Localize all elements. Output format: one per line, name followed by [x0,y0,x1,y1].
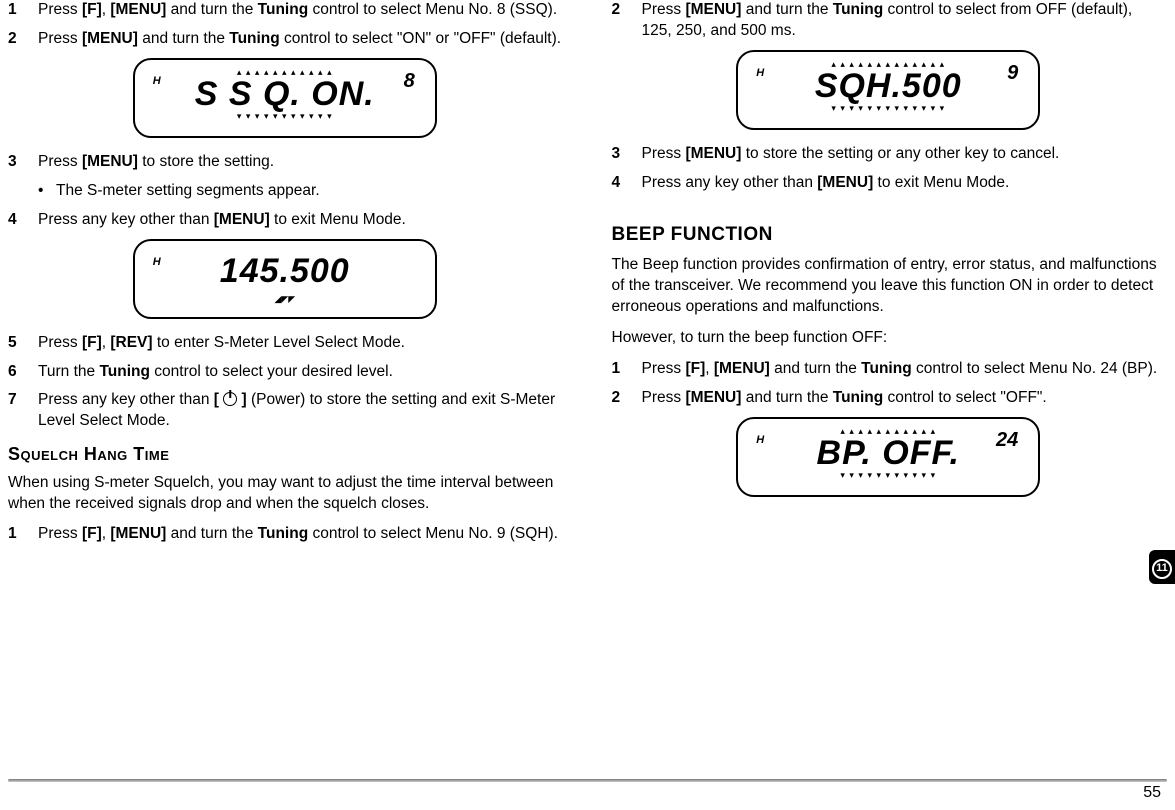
lcd-h-indicator: H [756,66,764,81]
step-number: 2 [612,388,642,409]
lcd-display-bp: H ▴ ▴ ▴ ▴ ▴ ▴ ▴ ▴ ▴ ▴ ▴ BP. OFF. 24 ▾ ▾ … [612,417,1166,497]
step-body: Press any key other than [MENU] to exit … [642,173,1166,194]
step-number: 1 [8,0,38,21]
step-body: Press [MENU] and turn the Tuning control… [38,29,562,50]
lcd-h-indicator: H [756,433,764,448]
lcd-main-text: SQH.500 [815,64,962,110]
footer-rule [8,779,1167,782]
lcd-menu-number: 24 [996,427,1018,454]
step-body: Press [MENU] and turn the Tuning control… [642,0,1166,42]
beep-paragraph-2: However, to turn the beep function OFF: [612,328,1166,349]
step-body: Press [F], [MENU] and turn the Tuning co… [38,524,562,545]
step-number: 2 [612,0,642,42]
page-number: 55 [1143,782,1161,804]
left-step-2: 2 Press [MENU] and turn the Tuning contr… [8,29,562,50]
step-body: Press any key other than [ ] (Power) to … [38,390,562,432]
lcd-display-ssq: H ▴ ▴ ▴ ▴ ▴ ▴ ▴ ▴ ▴ ▴ ▴ S S Q. ON. 8 ▾ ▾… [8,58,562,138]
step-number: 3 [8,152,38,173]
left-step-5: 5 Press [F], [REV] to enter S-Meter Leve… [8,333,562,354]
step-number: 1 [8,524,38,545]
step-number: 6 [8,362,38,383]
step-body: Press [F], [MENU] and turn the Tuning co… [642,359,1166,380]
bullet-icon: • [38,181,56,202]
lcd-main-text: 145.500 [220,249,350,295]
step-number: 2 [8,29,38,50]
left-step-3: 3 Press [MENU] to store the setting. [8,152,562,173]
lcd-main-text: S S Q. ON. [195,72,375,118]
lcd-h-indicator: H [153,74,161,89]
chapter-tab: 11 [1149,550,1175,584]
sht-step-1: 1 Press [F], [MENU] and turn the Tuning … [8,524,562,545]
step-body: Turn the Tuning control to select your d… [38,362,562,383]
lcd-h-indicator: H [153,255,161,270]
heading-beep-function: BEEP FUNCTION [612,222,1166,248]
sht-paragraph: When using S-meter Squelch, you may want… [8,473,562,515]
step-body: Press [F], [MENU] and turn the Tuning co… [38,0,562,21]
chapter-number-icon: 11 [1152,559,1172,579]
lcd-display-freq: H 145.500 ◢◤◤ [8,239,562,319]
right-step-3: 3 Press [MENU] to store the setting or a… [612,144,1166,165]
step-number: 3 [612,144,642,165]
beep-step-1: 1 Press [F], [MENU] and turn the Tuning … [612,359,1166,380]
sub-text: The S-meter setting segments appear. [56,181,320,202]
step-body: Press [MENU] and turn the Tuning control… [642,388,1166,409]
step-body: Press [MENU] to store the setting. [38,152,562,173]
step-number: 4 [8,210,38,231]
left-column: 1 Press [F], [MENU] and turn the Tuning … [0,0,572,553]
step-body: Press any key other than [MENU] to exit … [38,210,562,231]
step-number: 4 [612,173,642,194]
lcd-display-sqh: H ▴ ▴ ▴ ▴ ▴ ▴ ▴ ▴ ▴ ▴ ▴ ▴ ▴ SQH.500 9 ▾ … [612,50,1166,130]
lcd-menu-number: 8 [404,68,415,95]
left-step-4: 4 Press any key other than [MENU] to exi… [8,210,562,231]
step-body: Press [MENU] to store the setting or any… [642,144,1166,165]
left-step-1: 1 Press [F], [MENU] and turn the Tuning … [8,0,562,21]
step-body: Press [F], [REV] to enter S-Meter Level … [38,333,562,354]
right-step-4: 4 Press any key other than [MENU] to exi… [612,173,1166,194]
left-step-7: 7 Press any key other than [ ] (Power) t… [8,390,562,432]
lcd-menu-number: 9 [1007,60,1018,87]
right-step-2: 2 Press [MENU] and turn the Tuning contr… [612,0,1166,42]
power-icon [223,392,237,406]
left-step-6: 6 Turn the Tuning control to select your… [8,362,562,383]
beep-paragraph-1: The Beep function provides confirmation … [612,255,1166,318]
step-number: 5 [8,333,38,354]
step-number: 1 [612,359,642,380]
heading-squelch-hang-time: Squelch Hang Time [8,442,562,466]
page: 1 Press [F], [MENU] and turn the Tuning … [0,0,1175,553]
step-number: 7 [8,390,38,432]
right-column: 2 Press [MENU] and turn the Tuning contr… [572,0,1175,553]
left-step-3-sub: • The S-meter setting segments appear. [38,181,562,202]
beep-step-2: 2 Press [MENU] and turn the Tuning contr… [612,388,1166,409]
lcd-main-text: BP. OFF. [817,431,960,477]
